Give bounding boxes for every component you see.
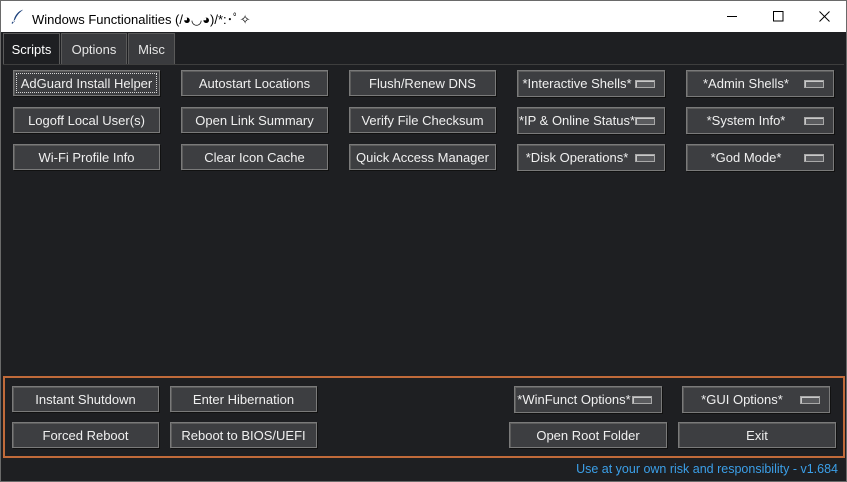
autostart-locations-button[interactable]: Autostart Locations [181,70,328,96]
app-window: Windows Functionalities (/◕◡◕)/*:･ﾟ✧ Scr… [0,0,847,482]
reboot-to-bios-button[interactable]: Reboot to BIOS/UEFI [170,422,317,448]
minimize-icon [726,11,738,22]
tab-scripts[interactable]: Scripts [3,33,60,64]
disclaimer-text: Use at your own risk and responsibility … [576,462,838,476]
close-icon [818,11,830,22]
wifi-profile-info-button[interactable]: Wi-Fi Profile Info [13,144,160,170]
enter-hibernation-button[interactable]: Enter Hibernation [170,386,317,412]
close-button[interactable] [801,1,847,32]
open-link-summary-button[interactable]: Open Link Summary [181,107,328,133]
open-root-folder-button[interactable]: Open Root Folder [509,422,667,448]
menu-label: *GUI Options* [701,392,783,407]
menu-label: *IP & Online Status* [518,113,636,128]
maximize-icon [772,11,784,22]
flush-renew-dns-button[interactable]: Flush/Renew DNS [349,70,496,96]
menu-label: *Interactive Shells* [522,76,632,91]
ip-online-status-menu[interactable]: *IP & Online Status* [517,107,665,134]
maximize-button[interactable] [755,1,801,32]
status-bar: Use at your own risk and responsibility … [1,459,846,481]
logoff-local-users-button[interactable]: Logoff Local User(s) [13,107,160,133]
menu-label: *WinFunct Options* [517,392,631,407]
interactive-shells-menu[interactable]: *Interactive Shells* [517,70,665,97]
menu-indicator-icon [632,396,652,404]
exit-button[interactable]: Exit [678,422,836,448]
menu-indicator-icon [804,154,824,162]
menu-label: *God Mode* [710,150,782,165]
disk-operations-menu[interactable]: *Disk Operations* [517,144,665,171]
verify-file-checksum-button[interactable]: Verify File Checksum [349,107,496,133]
tab-misc[interactable]: Misc [128,33,175,64]
menu-indicator-icon [800,396,820,404]
minimize-button[interactable] [709,1,755,32]
menu-indicator-icon [635,80,655,88]
tab-options[interactable]: Options [61,33,127,64]
window-title: Windows Functionalities (/◕◡◕)/*:･ﾟ✧ [32,12,251,27]
menu-indicator-icon [635,154,655,162]
gui-options-menu[interactable]: *GUI Options* [682,386,830,413]
admin-shells-menu[interactable]: *Admin Shells* [686,70,834,97]
menu-indicator-icon [804,80,824,88]
menu-indicator-icon [635,117,655,125]
title-bar[interactable]: Windows Functionalities (/◕◡◕)/*:･ﾟ✧ [1,1,846,32]
menu-label: *System Info* [706,113,786,128]
menu-indicator-icon [804,117,824,125]
feather-icon [10,8,26,24]
clear-icon-cache-button[interactable]: Clear Icon Cache [181,144,328,170]
menu-label: *Disk Operations* [525,150,629,165]
god-mode-menu[interactable]: *God Mode* [686,144,834,171]
adguard-install-helper-button[interactable]: AdGuard Install Helper [13,70,160,96]
menu-label: *Admin Shells* [703,76,789,91]
instant-shutdown-button[interactable]: Instant Shutdown [12,386,159,412]
forced-reboot-button[interactable]: Forced Reboot [12,422,159,448]
quick-access-manager-button[interactable]: Quick Access Manager [349,144,496,170]
winfunct-options-menu[interactable]: *WinFunct Options* [514,386,662,413]
system-info-menu[interactable]: *System Info* [686,107,834,134]
tab-bar: Scripts Options Misc [1,32,846,65]
